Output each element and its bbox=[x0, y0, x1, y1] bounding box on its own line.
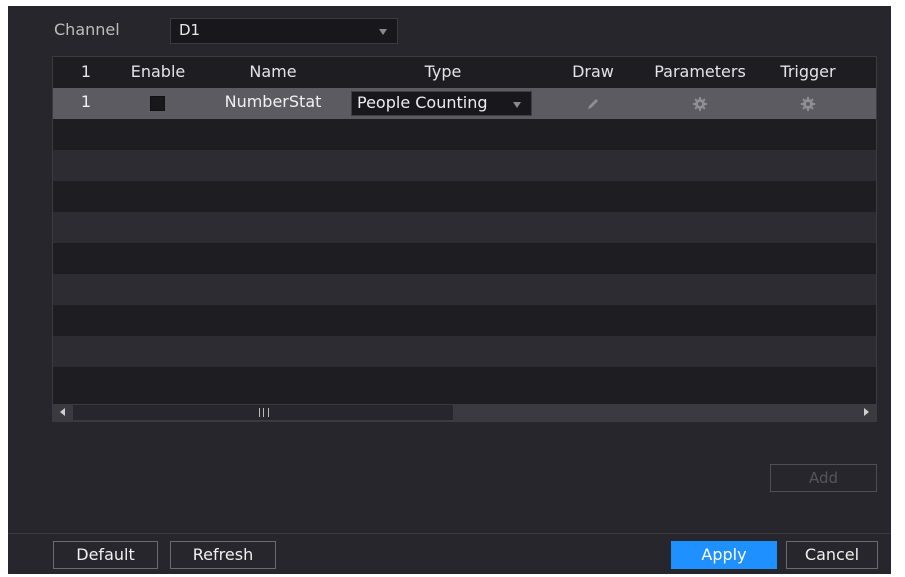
empty-row bbox=[53, 212, 876, 243]
gear-icon[interactable] bbox=[691, 95, 709, 113]
header-trigger: Trigger bbox=[780, 62, 836, 81]
type-select[interactable]: People Counting bbox=[351, 91, 532, 116]
channel-row: Channel D1 bbox=[8, 6, 891, 52]
scroll-right-icon[interactable] bbox=[864, 408, 869, 416]
row-index: 1 bbox=[80, 92, 92, 111]
empty-row bbox=[53, 119, 876, 150]
header-name: Name bbox=[249, 62, 297, 81]
channel-select[interactable]: D1 bbox=[170, 18, 398, 44]
horizontal-scrollbar[interactable] bbox=[53, 404, 876, 421]
row-name: NumberStat bbox=[224, 92, 322, 111]
enable-checkbox[interactable] bbox=[150, 96, 165, 111]
channel-label: Channel bbox=[54, 20, 120, 39]
header-parameters: Parameters bbox=[654, 62, 746, 81]
add-button[interactable]: Add bbox=[770, 464, 877, 492]
empty-row bbox=[53, 150, 876, 181]
refresh-button[interactable]: Refresh bbox=[170, 541, 276, 569]
default-button[interactable]: Default bbox=[53, 541, 158, 569]
table-header: 1 Enable Name Type Draw Parameters Trigg… bbox=[53, 57, 876, 88]
rules-table: 1 Enable Name Type Draw Parameters Trigg… bbox=[52, 56, 877, 422]
chevron-down-icon bbox=[379, 29, 387, 35]
footer-divider bbox=[8, 533, 891, 534]
empty-row bbox=[53, 181, 876, 212]
gear-icon[interactable] bbox=[799, 95, 817, 113]
scrollbar-thumb[interactable] bbox=[73, 405, 453, 420]
chevron-down-icon bbox=[513, 102, 521, 108]
people-counting-panel: Channel D1 1 Enable Name Type Draw Param… bbox=[8, 6, 891, 574]
scroll-left-icon[interactable] bbox=[60, 408, 65, 416]
cancel-button[interactable]: Cancel bbox=[786, 541, 878, 569]
channel-select-value: D1 bbox=[179, 21, 201, 39]
header-type: Type bbox=[424, 62, 462, 81]
empty-row bbox=[53, 243, 876, 274]
grip-icon bbox=[259, 408, 269, 417]
empty-row bbox=[53, 367, 876, 398]
header-draw: Draw bbox=[572, 62, 614, 81]
table-row[interactable]: 1 NumberStat People Counting bbox=[53, 88, 876, 119]
pencil-icon[interactable] bbox=[584, 95, 602, 113]
apply-button[interactable]: Apply bbox=[671, 541, 777, 569]
empty-row bbox=[53, 336, 876, 367]
empty-row bbox=[53, 274, 876, 305]
header-index: 1 bbox=[80, 62, 92, 81]
empty-row bbox=[53, 305, 876, 336]
header-enable: Enable bbox=[130, 62, 186, 81]
type-select-value: People Counting bbox=[357, 93, 488, 112]
